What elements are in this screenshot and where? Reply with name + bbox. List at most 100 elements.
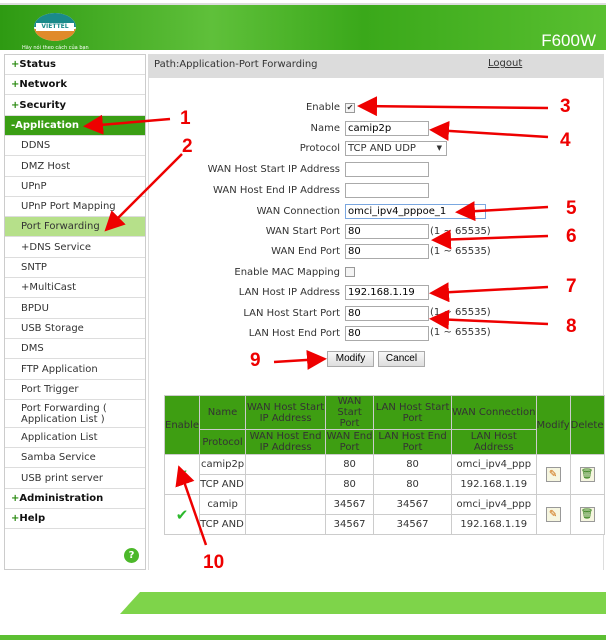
annotation-number: 4 [560,130,571,151]
col-wan-start-port: WAN Start Port [325,395,375,430]
wan-connection-label: WAN Connection [256,206,340,217]
modify-icon[interactable]: ✎ [535,454,571,495]
range-hint: (1 ~ 65535) [430,307,491,318]
sidebar-item[interactable]: +DNS Service [5,238,145,258]
sidebar-item-label: +MultiCast [21,282,77,294]
wan-start-ip-input[interactable] [345,162,429,177]
cell-lan_start_port: 80 [373,454,453,475]
model-name: F600W [541,31,596,50]
col-lan-start-port: LAN Host Start Port [373,395,453,430]
delete-icon[interactable]: 🗑 [569,494,605,535]
cancel-button[interactable]: Cancel [378,351,425,367]
modify-icon[interactable]: ✎ [535,494,571,535]
sidebar-item[interactable]: +Status [5,55,145,75]
sidebar-item[interactable]: UPnP Port Mapping [5,197,145,218]
annotation-number: 10 [203,552,225,573]
col-wan-start-ip: WAN Host Start IP Address [245,395,327,430]
sidebar-item-label: DMZ Host [21,160,71,172]
wan-start-port-label: WAN Start Port [265,226,340,237]
enabled-check-icon: ✔ [163,494,201,535]
sidebar-item[interactable]: Port Forwarding [5,217,145,238]
sidebar-item[interactable]: FTP Application [5,360,145,380]
cell-wan_conn: omci_ipv4_ppp [451,494,537,515]
wan-connection-select[interactable] [345,204,486,219]
sidebar-item-label: Administration [19,493,104,504]
range-hint: (1 ~ 65535) [430,246,491,257]
protocol-select[interactable]: TCP AND UDP ▼ [345,141,447,156]
sidebar-item[interactable]: +Administration [5,489,145,509]
cell-lan_start_port: 34567 [373,494,453,515]
sidebar-item[interactable]: +Network [5,75,145,96]
wan-start-port-input[interactable] [345,224,429,239]
lan-ip-label: LAN Host IP Address [238,287,340,298]
sidebar-item[interactable]: USB Storage [5,319,145,339]
sidebar-item[interactable]: Application List [5,428,145,449]
sidebar-item[interactable]: UPnP [5,177,145,197]
annotation-number: 2 [182,136,193,157]
sidebar-item[interactable]: Samba Service [5,448,145,469]
lan-ip-input[interactable] [345,285,429,300]
cell-name: camip [199,494,247,515]
sidebar-item[interactable]: Port Forwarding ( Application List ) [5,400,145,429]
viettel-logo: VIETTEL [34,13,76,41]
sidebar-item[interactable]: +MultiCast [5,278,145,299]
cell-wan_end_ip [245,474,327,495]
footer-band [120,592,606,614]
sidebar-item-label: Port Forwarding [21,221,100,233]
sidebar-item-label: Help [19,513,46,525]
sidebar-item[interactable]: Port Trigger [5,380,145,400]
table-row: ✔ camip2p 80 80 omci_ipv4_ppp ✎ 🗑 [163,454,605,495]
protocol-label: Protocol [299,143,340,154]
logout-link[interactable]: Logout [488,58,522,69]
wan-end-port-input[interactable] [345,244,429,259]
cell-name: camip2p [199,454,247,475]
col-lan-address: LAN Host Address [451,429,537,455]
cell-wan_conn: omci_ipv4_ppp [451,454,537,475]
sidebar-item[interactable]: USB print server [5,469,145,489]
sidebar-item[interactable]: -Application [5,115,145,136]
delete-icon[interactable]: 🗑 [569,454,605,495]
sidebar-item-label: USB print server [21,472,104,484]
sidebar-item[interactable]: SNTP [5,258,145,278]
breadcrumb: Path:Application-Port Forwarding [148,54,604,78]
sidebar-item[interactable]: DMZ Host [5,157,145,177]
name-label: Name [310,123,340,134]
wan-end-port-label: WAN End Port [271,246,340,257]
sidebar-item[interactable]: DMS [5,339,145,360]
sidebar-item-label: UPnP Port Mapping [21,201,116,213]
sidebar-item-label: DMS [21,343,44,355]
col-wan-end-port: WAN End Port [325,429,375,455]
lan-start-port-label: LAN Host Start Port [243,308,340,319]
lan-end-port-input[interactable] [345,326,429,341]
annotation-number: 1 [180,108,191,129]
annotation-number: 9 [250,350,261,371]
sidebar-item[interactable]: +Help [5,509,145,530]
wan-end-ip-input[interactable] [345,183,429,198]
enable-label: Enable [305,102,340,113]
col-protocol: Protocol [199,429,247,455]
range-hint: (1 ~ 65535) [430,327,491,338]
sidebar-item[interactable]: +Security [5,96,145,116]
range-hint: (1 ~ 65535) [430,226,491,237]
col-name: Name [199,395,247,430]
lan-start-port-input[interactable] [345,306,429,321]
annotation-number: 6 [566,226,577,247]
sidebar-item-label: Samba Service [21,452,96,464]
help-icon[interactable]: ? [124,548,139,563]
mac-mapping-checkbox[interactable] [345,267,355,277]
wan-end-ip-label: WAN Host End IP Address [213,185,340,196]
sidebar-item-label: Port Forwarding ( Application List ) [21,403,107,426]
footer-line [0,635,606,640]
cell-wan_end_port: 80 [325,474,375,495]
modify-button[interactable]: Modify [327,351,374,367]
sidebar-item[interactable]: BPDU [5,299,145,319]
enable-checkbox[interactable]: ✔ [345,103,355,113]
header-banner: VIETTEL Hãy nói theo cách của bạn F600W [0,3,606,51]
sidebar-item[interactable]: DDNS [5,136,145,157]
sidebar-item-label: SNTP [21,262,47,273]
name-input[interactable] [345,121,429,136]
cell-lan_addr: 192.168.1.19 [451,474,537,495]
col-modify: Modify [535,395,571,455]
sidebar-item-label: Status [19,59,56,70]
sidebar-item-label: BPDU [21,302,49,314]
